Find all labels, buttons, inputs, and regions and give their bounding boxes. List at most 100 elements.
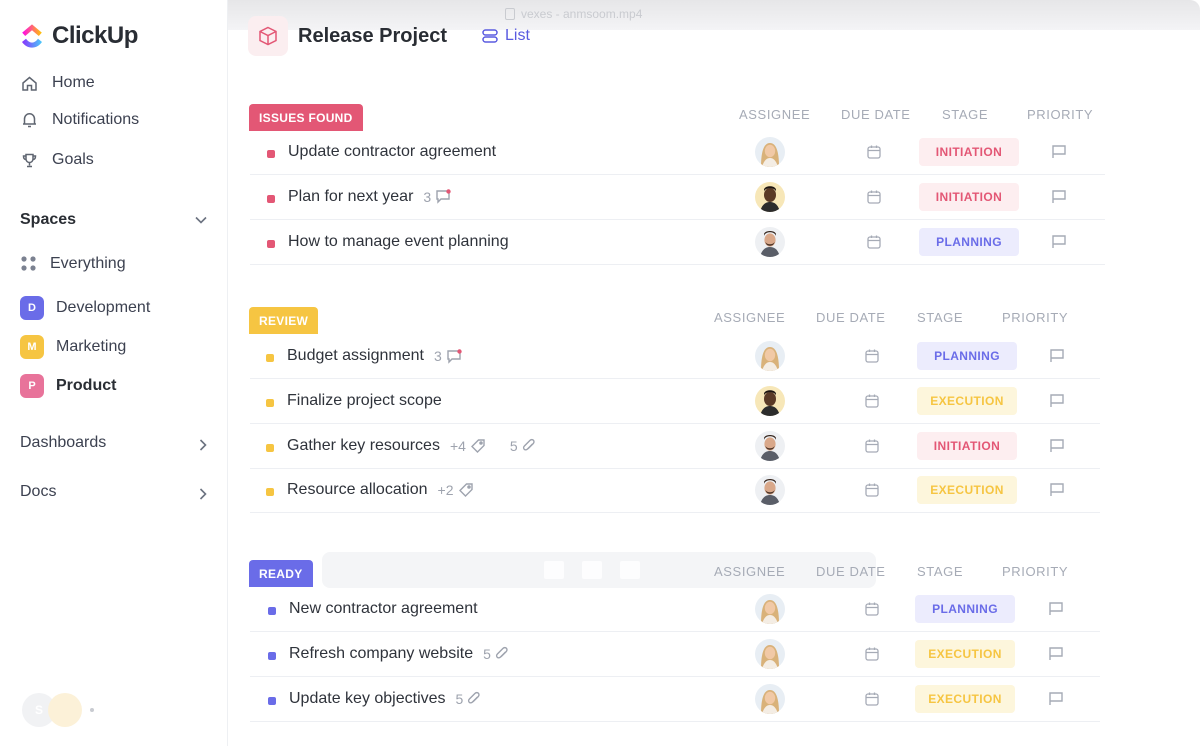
assignee-avatar[interactable] [755, 638, 785, 669]
task-name-text[interactable]: Refresh company website [289, 645, 473, 663]
due-date-cell[interactable] [866, 234, 882, 255]
task-name[interactable]: Refresh company website 5 [289, 645, 509, 663]
task-name[interactable]: Resource allocation +2 [287, 481, 474, 499]
task-status-square[interactable] [267, 239, 275, 248]
priority-cell[interactable] [1050, 144, 1068, 165]
task-row[interactable]: Resource allocation +2 EXECUTION [250, 469, 1100, 514]
spaces-header[interactable]: Spaces [20, 211, 208, 229]
task-row[interactable]: Refresh company website 5 EXECUTION [250, 633, 1100, 677]
task-name[interactable]: Finalize project scope [287, 392, 442, 410]
task-row[interactable]: New contractor agreement PLANNING [250, 588, 1100, 632]
flag-icon[interactable] [1047, 646, 1065, 662]
due-date-cell[interactable] [866, 144, 882, 165]
flag-icon[interactable] [1050, 189, 1068, 205]
column-header-priority[interactable]: PRIORITY [1002, 310, 1068, 325]
stage-badge[interactable]: EXECUTION [917, 386, 1017, 415]
avatar[interactable] [48, 693, 82, 727]
column-header-priority[interactable]: PRIORITY [1002, 564, 1068, 579]
task-name-text[interactable]: Resource allocation [287, 481, 428, 499]
assignee-avatar[interactable] [755, 683, 785, 714]
chevron-down-icon[interactable] [194, 215, 208, 225]
column-header-stage[interactable]: STAGE [917, 310, 963, 325]
chevron-right-icon[interactable] [198, 438, 208, 452]
pause-icon[interactable] [582, 561, 602, 579]
column-header-priority[interactable]: PRIORITY [1027, 107, 1093, 122]
task-status-square[interactable] [266, 488, 274, 497]
due-date-cell[interactable] [866, 189, 882, 210]
due-date-cell[interactable] [864, 438, 880, 459]
task-status-square[interactable] [266, 443, 274, 452]
task-name-text[interactable]: New contractor agreement [289, 600, 478, 618]
task-name[interactable]: Plan for next year 3 [288, 188, 451, 206]
task-meta[interactable]: +2 [438, 482, 474, 498]
priority-cell[interactable] [1047, 601, 1065, 622]
assignee-avatar[interactable] [755, 226, 785, 257]
priority-cell[interactable] [1047, 691, 1065, 712]
calendar-icon[interactable] [864, 393, 880, 409]
task-name[interactable]: Gather key resources +4 5 [287, 437, 536, 455]
group-tag[interactable]: ISSUES FOUND [249, 104, 363, 131]
nav-docs[interactable]: Docs [20, 483, 208, 501]
task-name-text[interactable]: Budget assignment [287, 347, 424, 365]
priority-cell[interactable] [1047, 646, 1065, 667]
task-row[interactable]: Update key objectives 5 EXECUTION [250, 678, 1100, 722]
calendar-icon[interactable] [864, 646, 880, 662]
stage-badge[interactable]: PLANNING [919, 227, 1019, 256]
space-product[interactable]: P Product [20, 374, 116, 398]
flag-icon[interactable] [1048, 348, 1066, 364]
task-name[interactable]: New contractor agreement [289, 600, 478, 618]
calendar-icon[interactable] [866, 144, 882, 160]
assignee-avatar[interactable] [755, 594, 785, 624]
task-row[interactable]: Update contractor agreement INITIATION [250, 131, 1105, 175]
group-tag[interactable]: REVIEW [249, 307, 319, 334]
flag-icon[interactable] [1048, 438, 1066, 454]
task-status-square[interactable] [268, 651, 276, 660]
task-row[interactable]: Budget assignment 3 PLANNING [250, 335, 1100, 379]
task-meta[interactable]: 3 [423, 189, 451, 205]
task-name-text[interactable]: Finalize project scope [287, 392, 442, 410]
chevron-right-icon[interactable] [198, 487, 208, 501]
nav-home[interactable]: Home [20, 74, 95, 92]
column-header-assignee[interactable]: ASSIGNEE [714, 564, 785, 579]
task-status-square[interactable] [266, 354, 274, 362]
task-meta[interactable]: 5 [483, 646, 509, 662]
task-name[interactable]: Update contractor agreement [288, 143, 496, 161]
task-row[interactable]: Plan for next year 3 INITIATION [250, 176, 1105, 220]
view-list-tab[interactable]: List [481, 27, 530, 45]
stage-badge[interactable]: EXECUTION [915, 684, 1015, 713]
calendar-icon[interactable] [864, 691, 880, 707]
priority-cell[interactable] [1048, 348, 1066, 369]
stage-badge[interactable]: EXECUTION [915, 639, 1015, 668]
assignee-avatar[interactable] [755, 475, 785, 506]
nav-dashboards[interactable]: Dashboards [20, 434, 208, 452]
task-status-square[interactable] [268, 607, 276, 615]
column-header-stage[interactable]: STAGE [917, 564, 963, 579]
calendar-icon[interactable] [866, 234, 882, 250]
flag-icon[interactable] [1047, 691, 1065, 707]
assignee-avatar[interactable] [755, 181, 785, 212]
task-meta[interactable]: 3 [434, 348, 462, 364]
priority-cell[interactable] [1048, 438, 1066, 459]
user-avatars[interactable]: S [22, 693, 94, 727]
flag-icon[interactable] [1047, 601, 1065, 617]
stage-badge[interactable]: PLANNING [915, 595, 1015, 623]
flag-icon[interactable] [1048, 393, 1066, 409]
column-header-due-date[interactable]: DUE DATE [841, 107, 911, 122]
due-date-cell[interactable] [864, 601, 880, 622]
assignee-avatar[interactable] [755, 385, 785, 416]
task-name-text[interactable]: How to manage event planning [288, 233, 509, 251]
task-meta[interactable]: +4 [450, 438, 486, 454]
task-name-text[interactable]: Update contractor agreement [288, 143, 496, 161]
due-date-cell[interactable] [864, 393, 880, 414]
due-date-cell[interactable] [864, 646, 880, 667]
forward-icon[interactable] [620, 561, 640, 579]
task-row[interactable]: Finalize project scope EXECUTION [250, 380, 1100, 424]
column-header-stage[interactable]: STAGE [942, 107, 988, 122]
due-date-cell[interactable] [864, 348, 880, 369]
calendar-icon[interactable] [864, 348, 880, 364]
priority-cell[interactable] [1050, 189, 1068, 210]
task-meta[interactable]: 5 [510, 438, 536, 454]
task-name[interactable]: How to manage event planning [288, 233, 509, 251]
nav-everything[interactable]: Everything [20, 255, 126, 273]
assignee-avatar[interactable] [755, 430, 785, 461]
